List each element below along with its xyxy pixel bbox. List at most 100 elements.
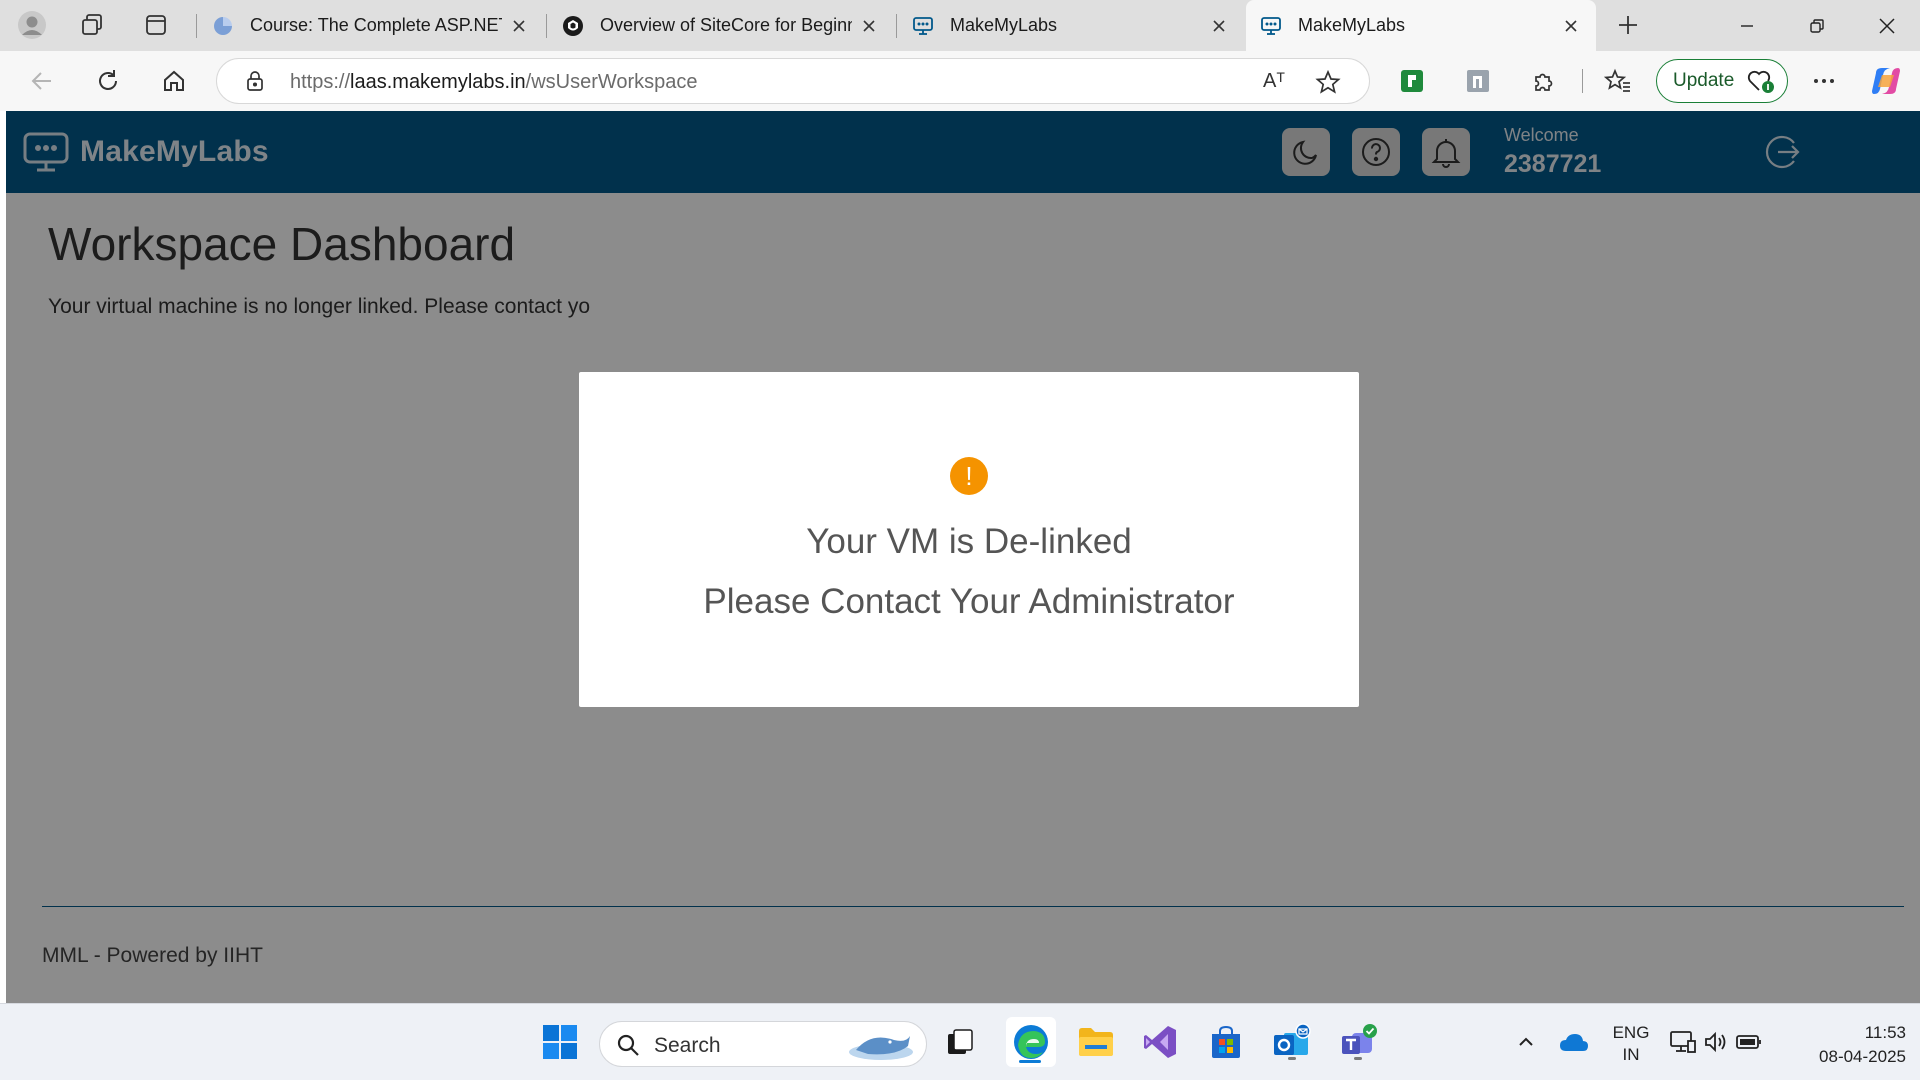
restore-icon bbox=[1810, 18, 1824, 33]
store-icon bbox=[1212, 1025, 1240, 1058]
url-path: /wsUserWorkspace bbox=[525, 71, 698, 93]
teams-icon bbox=[1342, 1024, 1377, 1054]
url-scheme: https:// bbox=[290, 71, 351, 93]
clock[interactable]: 11:53 08-04-2025 bbox=[1786, 1021, 1906, 1069]
read-aloud-icon[interactable]: Aᵀ bbox=[1263, 70, 1285, 93]
favorites-list-icon bbox=[1604, 68, 1630, 92]
delinked-alert-dialog: ! Your VM is De-linked Please Contact Yo… bbox=[579, 372, 1359, 707]
puzzle-icon bbox=[1535, 73, 1553, 91]
tab-close-icon[interactable] bbox=[1208, 15, 1230, 37]
extension-n-button[interactable] bbox=[1460, 63, 1496, 99]
workspaces-icon bbox=[82, 14, 102, 35]
home-button[interactable] bbox=[154, 61, 194, 101]
browser-toolbar: https://laas.makemylabs.in/wsUserWorkspa… bbox=[0, 51, 1920, 111]
refresh-button[interactable] bbox=[88, 61, 128, 101]
taskbar-search[interactable]: Search bbox=[599, 1021, 927, 1067]
tab-close-icon[interactable] bbox=[858, 15, 880, 37]
tab-separator bbox=[546, 14, 547, 38]
tab-makemylabs-1[interactable]: MakeMyLabs bbox=[898, 0, 1244, 51]
settings-more-button[interactable] bbox=[1806, 63, 1842, 99]
alert-title: Your VM is De-linked bbox=[806, 522, 1132, 561]
search-highlight-icon bbox=[846, 1026, 916, 1069]
minimize-icon bbox=[1741, 24, 1753, 27]
back-button[interactable] bbox=[22, 61, 62, 101]
clock-date: 08-04-2025 bbox=[1819, 1047, 1906, 1066]
tab-makemylabs-active[interactable]: MakeMyLabs bbox=[1246, 0, 1596, 51]
visual-studio-button[interactable] bbox=[1138, 1020, 1182, 1064]
minimize-button[interactable] bbox=[1712, 0, 1782, 51]
windows-logo-icon bbox=[543, 1025, 577, 1059]
input-language-indicator[interactable]: ENG IN bbox=[1606, 1022, 1656, 1066]
favorites-button[interactable] bbox=[1600, 63, 1636, 99]
alert-message: Please Contact Your Administrator bbox=[703, 582, 1235, 621]
makemylabs-favicon-icon bbox=[1260, 15, 1282, 37]
workspaces-button[interactable] bbox=[72, 6, 112, 44]
tab-course[interactable]: Course: The Complete ASP.NET M bbox=[198, 0, 544, 51]
n-extension-icon bbox=[1467, 70, 1489, 92]
new-tab-button[interactable] bbox=[1608, 6, 1648, 44]
green-extension-icon bbox=[1401, 70, 1423, 92]
tab-label: Course: The Complete ASP.NET M bbox=[250, 15, 502, 35]
tab-close-icon[interactable] bbox=[508, 15, 530, 37]
show-hidden-icons-button[interactable] bbox=[1504, 1020, 1548, 1064]
warning-icon: ! bbox=[950, 457, 988, 495]
task-view-button[interactable] bbox=[938, 1020, 982, 1064]
task-view-icon bbox=[948, 1029, 973, 1054]
close-window-button[interactable] bbox=[1852, 0, 1920, 51]
battery-icon bbox=[1736, 1035, 1761, 1049]
vertical-tabs-icon bbox=[146, 15, 166, 35]
profile-icon bbox=[18, 11, 46, 39]
plus-icon bbox=[1619, 16, 1637, 34]
url-host: laas.makemylabs.in bbox=[350, 71, 526, 93]
onedrive-button[interactable] bbox=[1552, 1020, 1596, 1064]
more-dots-icon bbox=[1814, 79, 1834, 83]
back-arrow-icon bbox=[31, 72, 51, 90]
url-text[interactable]: https://laas.makemylabs.in/wsUserWorkspa… bbox=[290, 71, 698, 94]
tab-label: MakeMyLabs bbox=[1298, 15, 1406, 35]
clock-time: 11:53 bbox=[1864, 1023, 1906, 1042]
browser-tab-strip: Course: The Complete ASP.NET M Overview … bbox=[0, 0, 1920, 51]
edge-icon bbox=[1014, 1025, 1048, 1059]
onedrive-cloud-icon bbox=[1560, 1034, 1588, 1051]
outlook-button[interactable] bbox=[1270, 1020, 1314, 1064]
course-favicon-icon bbox=[212, 15, 234, 37]
file-explorer-button[interactable] bbox=[1074, 1020, 1118, 1064]
running-indicator bbox=[1288, 1057, 1296, 1060]
region-label: IN bbox=[1622, 1045, 1640, 1064]
teams-button[interactable] bbox=[1336, 1020, 1380, 1064]
profile-avatar[interactable] bbox=[12, 6, 52, 44]
lock-icon[interactable] bbox=[245, 70, 265, 97]
update-button[interactable]: Update bbox=[1656, 59, 1788, 103]
close-icon bbox=[1879, 17, 1895, 34]
network-monitor-icon bbox=[1670, 1031, 1696, 1053]
makemylabs-favicon-icon bbox=[912, 15, 934, 37]
search-icon bbox=[616, 1033, 640, 1062]
search-label: Search bbox=[654, 1034, 721, 1057]
tab-label: Overview of SiteCore for Beginne bbox=[600, 15, 852, 35]
extension-green-button[interactable] bbox=[1394, 63, 1430, 99]
visual-studio-icon bbox=[1144, 1026, 1176, 1058]
tab-separator bbox=[896, 14, 897, 38]
folder-icon bbox=[1079, 1028, 1113, 1056]
favorite-star-icon[interactable] bbox=[1315, 69, 1341, 100]
tab-sitecore[interactable]: Overview of SiteCore for Beginne bbox=[548, 0, 894, 51]
refresh-icon bbox=[99, 70, 117, 90]
home-icon bbox=[164, 70, 184, 91]
tab-close-icon[interactable] bbox=[1560, 15, 1582, 37]
tab-actions-button[interactable] bbox=[136, 6, 176, 44]
heart-badge-icon bbox=[1748, 70, 1775, 93]
outlook-icon bbox=[1274, 1023, 1311, 1055]
edge-taskbar-button[interactable] bbox=[1006, 1017, 1056, 1067]
system-tray-quick-settings[interactable] bbox=[1666, 1020, 1766, 1064]
restore-button[interactable] bbox=[1782, 0, 1852, 51]
microsoft-store-button[interactable] bbox=[1204, 1020, 1248, 1064]
start-button[interactable] bbox=[538, 1020, 582, 1064]
copilot-icon bbox=[1872, 68, 1900, 94]
copilot-button[interactable] bbox=[1868, 63, 1904, 99]
running-indicator bbox=[1354, 1057, 1362, 1060]
active-indicator bbox=[1019, 1060, 1041, 1063]
address-bar[interactable]: https://laas.makemylabs.in/wsUserWorkspa… bbox=[216, 58, 1370, 104]
extensions-button[interactable] bbox=[1526, 63, 1562, 99]
tab-separator bbox=[196, 14, 197, 38]
windows-taskbar: Search ENG IN 11:53 08-04-2025 bbox=[0, 1003, 1920, 1080]
